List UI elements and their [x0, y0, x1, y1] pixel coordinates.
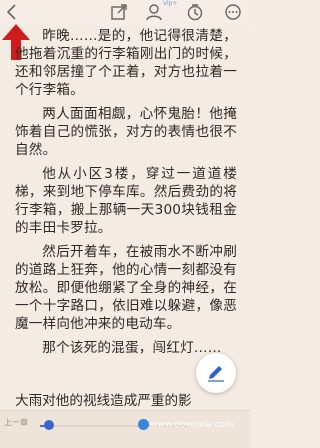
top-toolbar: Vip+: [0, 0, 250, 26]
share-icon[interactable]: [110, 3, 128, 21]
slider-handle[interactable]: [44, 420, 54, 430]
paragraph: 两人面面相觑，心怀鬼胎！他掩饰着自己的慌张，对方的表情也很不自然。: [15, 106, 237, 158]
paragraph: 那个该死的混蛋，闯红灯……: [42, 340, 222, 356]
paragraph: 然后开着车，在被雨水不断冲刷的道路上狂奔，他的心情一刻都没有放松。即便他绷紧了全…: [15, 244, 237, 332]
paragraph: 昨晚……是的，他记得很清楚，他拖着沉重的行李箱刚出门的时候，还和邻居撞了个正着，…: [15, 28, 237, 98]
watermark-logo-icon: [138, 419, 149, 430]
write-comment-button[interactable]: [196, 353, 236, 393]
timer-icon[interactable]: [186, 3, 204, 21]
previous-chapter-link[interactable]: 上一章: [4, 417, 28, 428]
more-icon[interactable]: [224, 3, 242, 21]
paragraph: 他从小区3楼，穿过一道道楼梯，来到地下停车库。然后费劲的将行李箱，搬上那辆一天3…: [15, 166, 237, 236]
chapter-text: 昨晚……是的，他记得很清楚，他拖着沉重的行李箱刚出门的时候，还和邻居撞了个正着，…: [15, 27, 237, 363]
user-icon[interactable]: [145, 3, 165, 21]
pen-icon: [208, 366, 224, 382]
back-icon[interactable]: [4, 3, 20, 21]
vip-badge: Vip+: [163, 0, 178, 7]
partial-paragraph: 大雨对他的视线造成严重的影: [15, 393, 192, 409]
watermark-text: www.downxia.com: [150, 420, 234, 430]
